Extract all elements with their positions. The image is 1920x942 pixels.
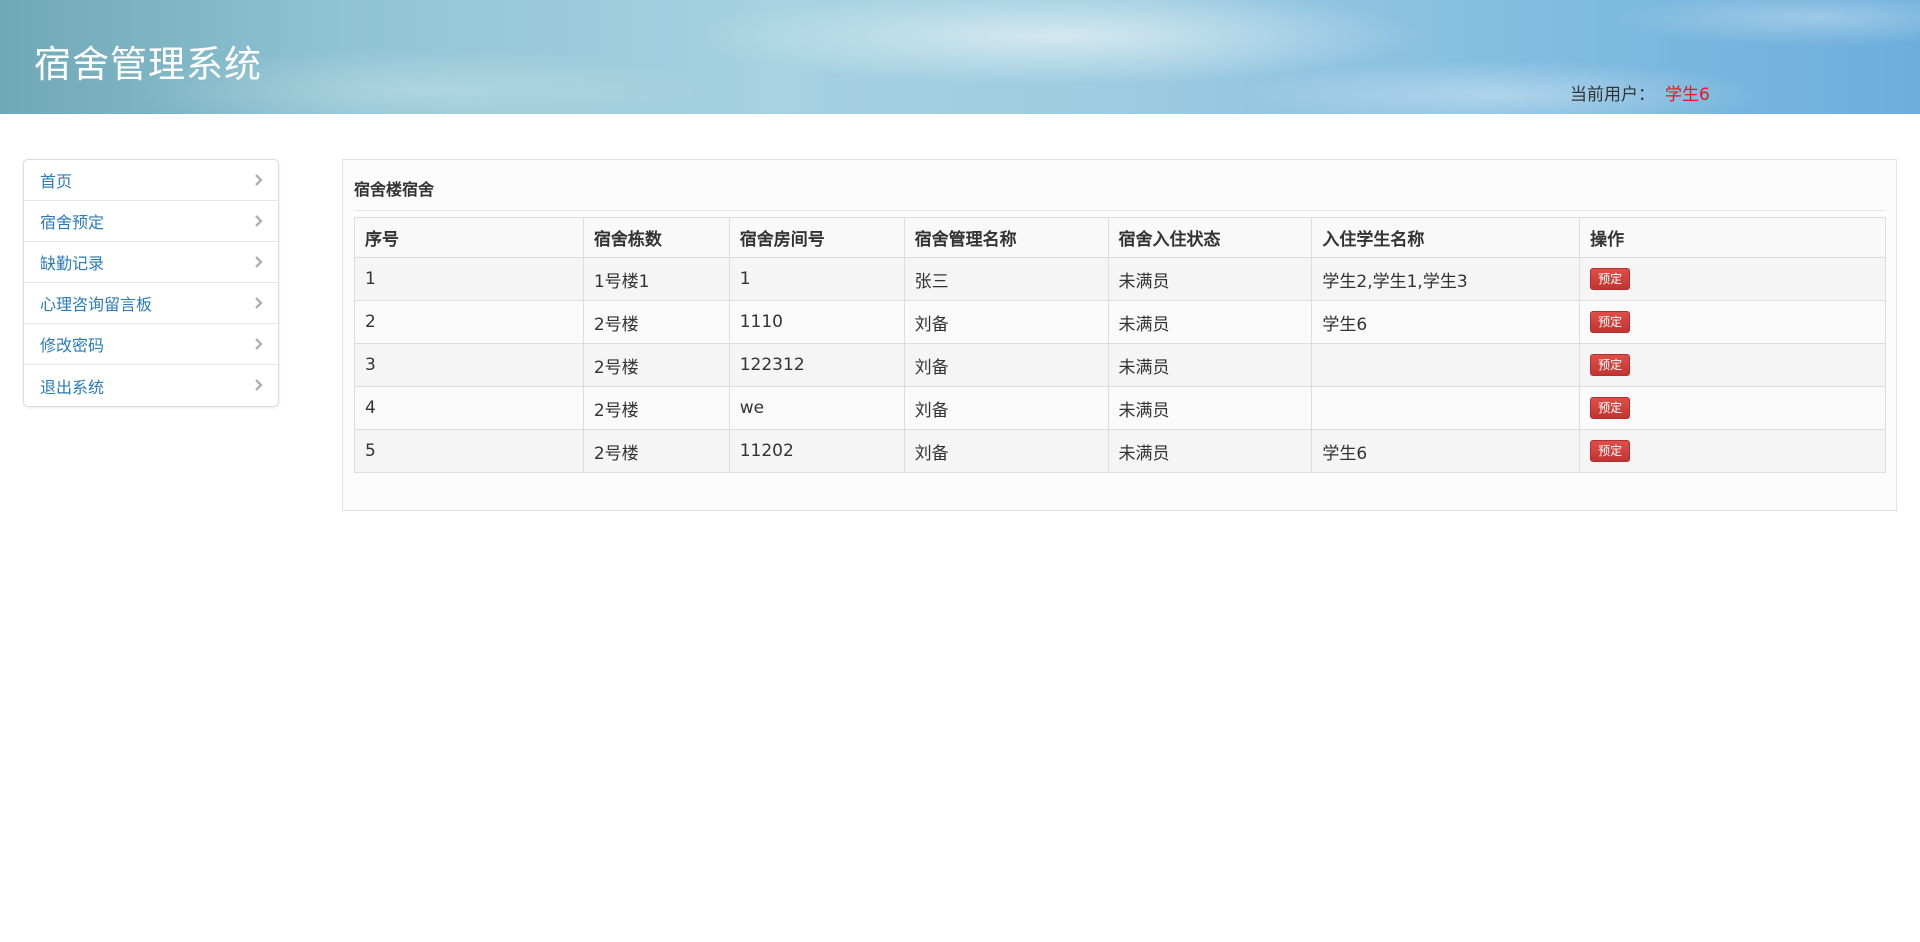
sidebar-item-label: 修改密码	[40, 336, 105, 355]
cell-building: 2号楼	[582, 386, 730, 430]
current-user: 当前用户： 学生6	[1570, 80, 1710, 105]
reserve-button[interactable]: 预定	[1590, 397, 1631, 419]
column-header-no: 序号	[354, 217, 584, 258]
cell-building: 2号楼	[582, 343, 730, 387]
reserve-button[interactable]: 预定	[1590, 354, 1631, 376]
cell-no: 2	[354, 300, 584, 344]
sidebar-item-logout[interactable]: 退出系统	[24, 365, 278, 406]
sidebar-item-label: 宿舍预定	[40, 213, 105, 232]
cell-manager: 刘备	[903, 429, 1109, 473]
column-header-manager: 宿舍管理名称	[903, 217, 1109, 258]
cell-status: 未满员	[1107, 386, 1313, 430]
dorm-table: 序号 宿舍栋数 宿舍房间号 宿舍管理名称 宿舍入住状态 入住学生名称 操作 1 …	[354, 217, 1886, 473]
column-header-building: 宿舍栋数	[582, 217, 730, 258]
cell-manager: 张三	[903, 257, 1109, 301]
cell-status: 未满员	[1107, 343, 1313, 387]
cell-building: 2号楼	[582, 429, 730, 473]
app-title: 宿舍管理系统	[34, 43, 262, 86]
cell-room: 11202	[728, 429, 905, 473]
sidebar-item-label: 心理咨询留言板	[40, 295, 153, 314]
column-header-status: 宿舍入住状态	[1107, 217, 1313, 258]
cell-manager: 刘备	[903, 300, 1109, 344]
header-banner: 宿舍管理系统 当前用户： 学生6	[0, 0, 1920, 114]
cell-room: 1	[728, 257, 905, 301]
cell-room: 1110	[728, 300, 905, 344]
cell-students: 学生2,学生1,学生3	[1311, 257, 1581, 301]
chevron-right-icon	[255, 256, 263, 268]
sidebar-item-label: 首页	[40, 172, 73, 191]
cell-students: 学生6	[1311, 300, 1581, 344]
cell-no: 4	[354, 386, 584, 430]
cell-students	[1311, 386, 1581, 430]
dorm-list-panel: 宿舍楼宿舍 序号 宿舍栋数 宿舍房间号 宿舍管理名称 宿舍入住状态 入住学生名称…	[342, 159, 1897, 511]
sidebar-item-label: 退出系统	[40, 377, 105, 397]
sidebar-item-change-password[interactable]: 修改密码	[24, 324, 278, 365]
sidebar-item-absence-records[interactable]: 缺勤记录	[24, 242, 278, 283]
sidebar-item-home[interactable]: 首页	[24, 160, 278, 201]
cell-no: 1	[354, 257, 584, 301]
table-row: 5 2号楼 11202 刘备 未满员 学生6 预定	[354, 429, 1886, 473]
cell-no: 5	[354, 429, 584, 473]
current-user-name: 学生6	[1665, 85, 1710, 105]
current-user-label: 当前用户：	[1570, 85, 1655, 105]
cell-manager: 刘备	[903, 343, 1109, 387]
chevron-right-icon	[255, 297, 263, 309]
cell-building: 2号楼	[582, 300, 730, 344]
sidebar-nav: 首页 宿舍预定 缺勤记录 心理咨询留言板 修改密码 退出系统	[23, 159, 279, 407]
cell-action: 预定	[1579, 343, 1886, 387]
sidebar-item-counseling-board[interactable]: 心理咨询留言板	[24, 283, 278, 324]
chevron-right-icon	[255, 215, 263, 227]
cell-status: 未满员	[1107, 257, 1313, 301]
table-row: 2 2号楼 1110 刘备 未满员 学生6 预定	[354, 300, 1886, 344]
reserve-button[interactable]: 预定	[1590, 440, 1631, 462]
column-header-action: 操作	[1579, 217, 1886, 258]
column-header-room: 宿舍房间号	[728, 217, 905, 258]
cell-status: 未满员	[1107, 300, 1313, 344]
column-header-students: 入住学生名称	[1311, 217, 1581, 258]
sidebar-item-dorm-reservation[interactable]: 宿舍预定	[24, 201, 278, 242]
reserve-button[interactable]: 预定	[1590, 268, 1631, 290]
panel-divider	[354, 210, 1886, 211]
cell-action: 预定	[1579, 429, 1886, 473]
reserve-button[interactable]: 预定	[1590, 311, 1631, 333]
cell-students	[1311, 343, 1581, 387]
cell-action: 预定	[1579, 386, 1886, 430]
cell-status: 未满员	[1107, 429, 1313, 473]
table-row: 1 1号楼1 1 张三 未满员 学生2,学生1,学生3 预定	[354, 257, 1886, 301]
table-row: 3 2号楼 122312 刘备 未满员 预定	[354, 343, 1886, 387]
cell-no: 3	[354, 343, 584, 387]
cell-students: 学生6	[1311, 429, 1581, 473]
table-row: 4 2号楼 we 刘备 未满员 预定	[354, 386, 1886, 430]
panel-title: 宿舍楼宿舍	[354, 180, 435, 199]
cell-action: 预定	[1579, 257, 1886, 301]
cell-room: we	[728, 386, 905, 430]
chevron-right-icon	[255, 379, 263, 391]
chevron-right-icon	[255, 174, 263, 186]
chevron-right-icon	[255, 338, 263, 350]
cell-manager: 刘备	[903, 386, 1109, 430]
sidebar-item-label: 缺勤记录	[40, 254, 105, 273]
cell-building: 1号楼1	[582, 257, 730, 301]
cell-room: 122312	[728, 343, 905, 387]
table-header-row: 序号 宿舍栋数 宿舍房间号 宿舍管理名称 宿舍入住状态 入住学生名称 操作	[354, 217, 1886, 258]
cell-action: 预定	[1579, 300, 1886, 344]
